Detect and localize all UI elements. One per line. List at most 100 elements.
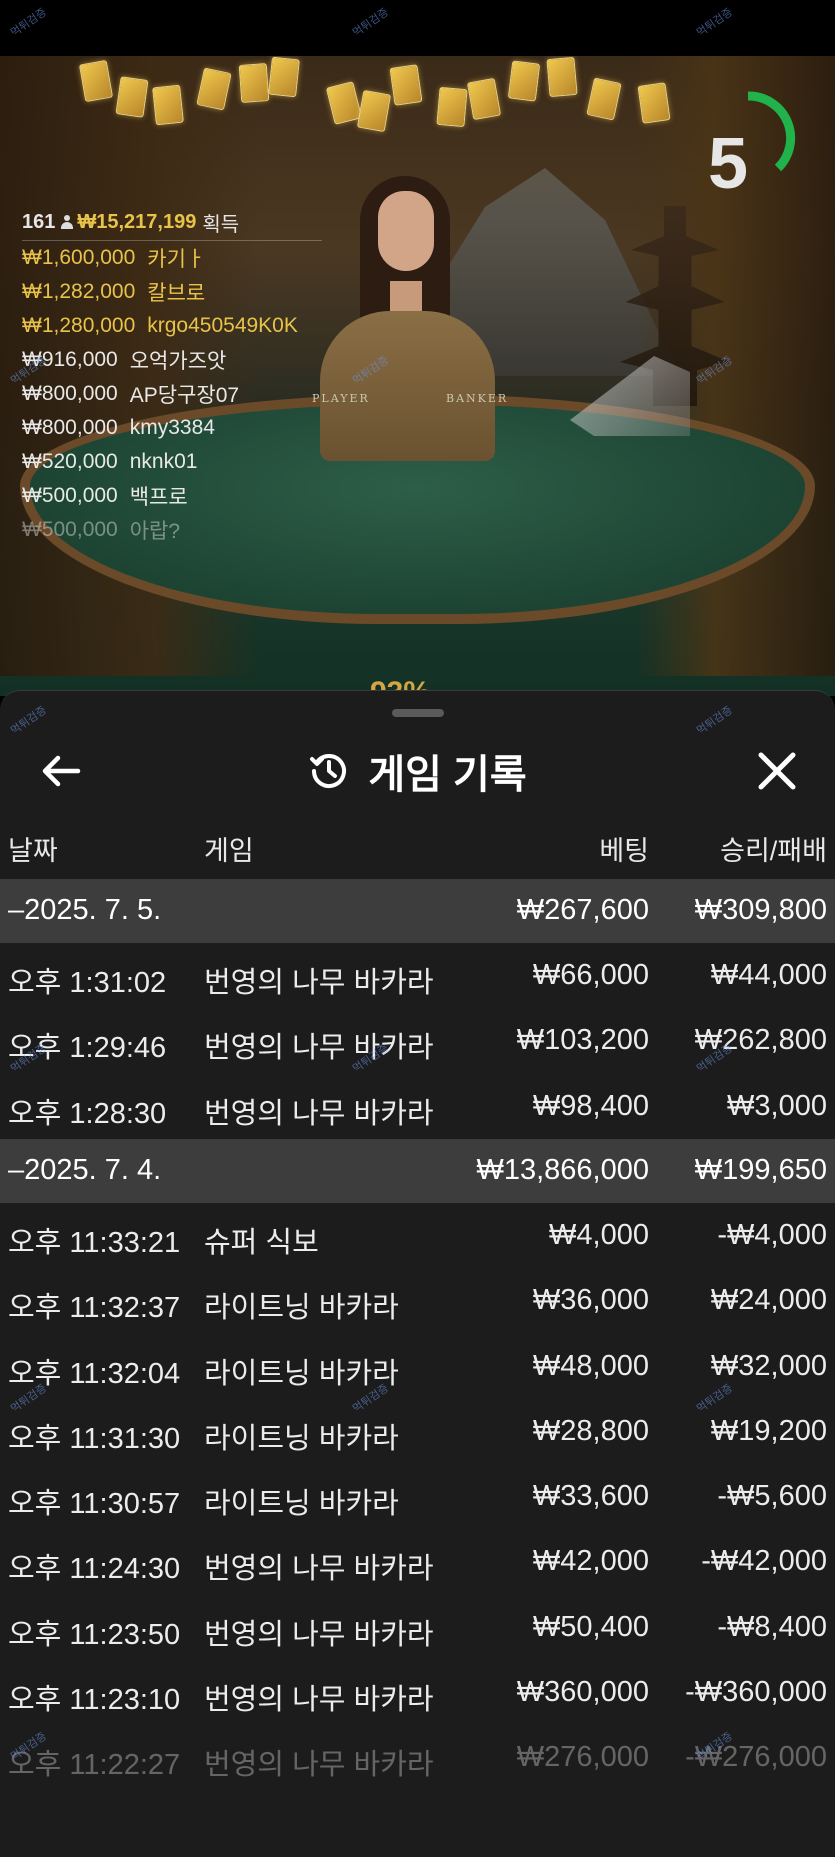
row-time: 오후 11:23:10	[8, 1684, 181, 1716]
row-bet: ₩103,200	[516, 1024, 649, 1057]
winner-name: nknk01	[129, 450, 198, 473]
row-bet: ₩36,000	[532, 1284, 649, 1317]
row-time: 오후 11:31:30	[8, 1422, 181, 1455]
column-header-date[interactable]: 날짜	[8, 829, 58, 868]
dealer-body	[320, 311, 495, 461]
hanging-card	[268, 56, 300, 98]
winner-row: ₩1,600,000 카기ㅏ	[22, 241, 342, 275]
row-game: 라이트닝 바카라	[204, 1292, 399, 1325]
winners-total-label: 획득	[202, 213, 240, 236]
row-game: 번영의 나무 바카라	[204, 1032, 434, 1065]
hanging-card	[325, 81, 363, 125]
winner-amount: ₩520,000	[22, 450, 118, 473]
row-win-loss: -₩5,600	[717, 1480, 827, 1513]
hanging-card	[436, 86, 468, 128]
winner-row: ₩800,000 kmy3384	[22, 411, 342, 445]
date-group-header[interactable]: –2025. 7. 5. ₩267,600 ₩309,800	[0, 879, 835, 943]
row-win-loss: -₩360,000	[685, 1676, 827, 1708]
winner-amount: ₩500,000	[22, 518, 118, 541]
row-win-loss: ₩32,000	[710, 1349, 827, 1382]
winner-amount: ₩800,000	[22, 416, 118, 439]
panel-title: 게임 기록	[0, 731, 835, 811]
row-bet: ₩42,000	[532, 1545, 649, 1578]
row-bet: ₩28,800	[532, 1414, 649, 1447]
winner-amount: ₩500,000	[22, 484, 118, 507]
row-game: 라이트닝 바카라	[204, 1357, 399, 1390]
panel-title-text: 게임 기록	[368, 753, 527, 797]
close-x-icon	[758, 752, 796, 790]
game-history-panel: 게임 기록 날짜 게임 베팅 승리/패배 –2025. 7. 5. ₩267,60…	[0, 690, 835, 1857]
group-date: –2025. 7. 5.	[8, 894, 162, 926]
history-clock-icon	[310, 754, 347, 788]
row-time: 오후 11:33:21	[8, 1226, 181, 1259]
table-header: 날짜 게임 베팅 승리/패배	[0, 819, 835, 869]
history-row[interactable]: 오후 11:23:10 번영의 나무 바카라 ₩360,000 -₩360,000	[0, 1660, 835, 1725]
history-row[interactable]: 오후 11:24:30 번영의 나무 바카라 ₩42,000 -₩42,000	[0, 1529, 835, 1594]
column-header-win-loss[interactable]: 승리/패배	[720, 829, 827, 868]
close-button[interactable]	[755, 749, 799, 793]
row-win-loss: -₩42,000	[701, 1545, 827, 1578]
row-time: 오후 1:31:02	[8, 967, 167, 999]
winner-row: ₩1,280,000 krgo450549K0K	[22, 309, 342, 343]
row-game: 번영의 나무 바카라	[204, 1749, 434, 1782]
history-row[interactable]: 오후 11:33:21 슈퍼 식보 ₩4,000 -₩4,000	[0, 1203, 835, 1268]
person-icon	[61, 215, 74, 229]
winner-row: ₩500,000 아랍?	[22, 513, 342, 547]
history-row[interactable]: 오후 11:30:57 라이트닝 바카라 ₩33,600 -₩5,600	[0, 1464, 835, 1529]
group-bet-total: ₩13,866,000	[476, 1153, 649, 1186]
row-win-loss: -₩8,400	[717, 1610, 827, 1643]
row-game: 번영의 나무 바카라	[204, 1618, 434, 1651]
group-date: –2025. 7. 4.	[8, 1153, 162, 1186]
winner-amount: ₩800,000	[22, 382, 118, 405]
row-time: 오후 11:32:37	[8, 1292, 181, 1325]
row-game: 번영의 나무 바카라	[204, 967, 434, 999]
history-row[interactable]: 오후 1:31:02 번영의 나무 바카라 ₩66,000 ₩44,000	[0, 943, 835, 1008]
row-game: 번영의 나무 바카라	[204, 1097, 434, 1130]
winner-name: 카기ㅏ	[147, 248, 206, 271]
winners-list: 161 ₩15,217,199 획득 ₩1,600,000 카기ㅏ ₩1,282,0…	[22, 208, 342, 547]
history-row[interactable]: 오후 11:32:37 라이트닝 바카라 ₩36,000 ₩24,000	[0, 1268, 835, 1333]
hanging-card	[152, 84, 184, 126]
row-bet: ₩50,400	[532, 1610, 649, 1643]
winners-total: ₩15,217,199	[77, 210, 197, 233]
row-bet: ₩66,000	[532, 959, 649, 991]
row-time: 오후 11:24:30	[8, 1553, 181, 1586]
history-row[interactable]: 오후 1:28:30 번영의 나무 바카라 ₩98,400 ₩3,000	[0, 1074, 835, 1139]
drag-handle[interactable]	[392, 709, 444, 717]
dealer-face	[378, 191, 434, 271]
winner-row: ₩916,000 오억가즈앗	[22, 343, 342, 377]
winner-name: 오억가즈앗	[129, 350, 227, 373]
row-bet: ₩48,000	[532, 1349, 649, 1382]
winner-row: ₩800,000 AP당구장07	[22, 377, 342, 411]
panel-header: 게임 기록	[0, 731, 835, 811]
hanging-card	[507, 60, 541, 102]
winner-name: 칼브로	[147, 282, 206, 305]
row-win-loss: ₩44,000	[710, 959, 827, 991]
date-group-header[interactable]: –2025. 7. 4. ₩13,866,000 ₩199,650	[0, 1138, 835, 1203]
winner-name: 아랍?	[129, 520, 181, 543]
group-bet-total: ₩267,600	[516, 894, 649, 926]
column-header-game[interactable]: 게임	[204, 829, 254, 868]
hanging-card	[115, 76, 149, 118]
winners-summary: 161 ₩15,217,199 획득	[22, 208, 322, 241]
banker-area-label: BANKER	[446, 392, 509, 405]
column-header-bet[interactable]: 베팅	[599, 829, 649, 868]
row-game: 번영의 나무 바카라	[204, 1553, 434, 1586]
winner-name: krgo450549K0K	[147, 314, 298, 337]
hanging-card	[637, 82, 671, 124]
winner-row: ₩1,282,000 칼브로	[22, 275, 342, 309]
row-bet: ₩276,000	[516, 1741, 649, 1774]
row-game: 라이트닝 바카라	[204, 1422, 399, 1455]
row-bet: ₩33,600	[532, 1480, 649, 1513]
scroll-fade	[0, 1791, 835, 1857]
row-game: 번영의 나무 바카라	[204, 1684, 434, 1716]
history-row[interactable]: 오후 11:32:04 라이트닝 바카라 ₩48,000 ₩32,000	[0, 1334, 835, 1399]
history-row[interactable]: 오후 11:23:50 번영의 나무 바카라 ₩50,400 -₩8,400	[0, 1595, 835, 1660]
back-button[interactable]	[38, 749, 86, 793]
row-bet: ₩360,000	[516, 1676, 649, 1708]
row-win-loss: ₩19,200	[710, 1414, 827, 1447]
winner-row: ₩500,000 백프로	[22, 479, 342, 513]
winner-amount: ₩1,600,000	[22, 246, 136, 269]
winners-count: 161	[22, 210, 56, 233]
winner-name: kmy3384	[129, 416, 215, 439]
